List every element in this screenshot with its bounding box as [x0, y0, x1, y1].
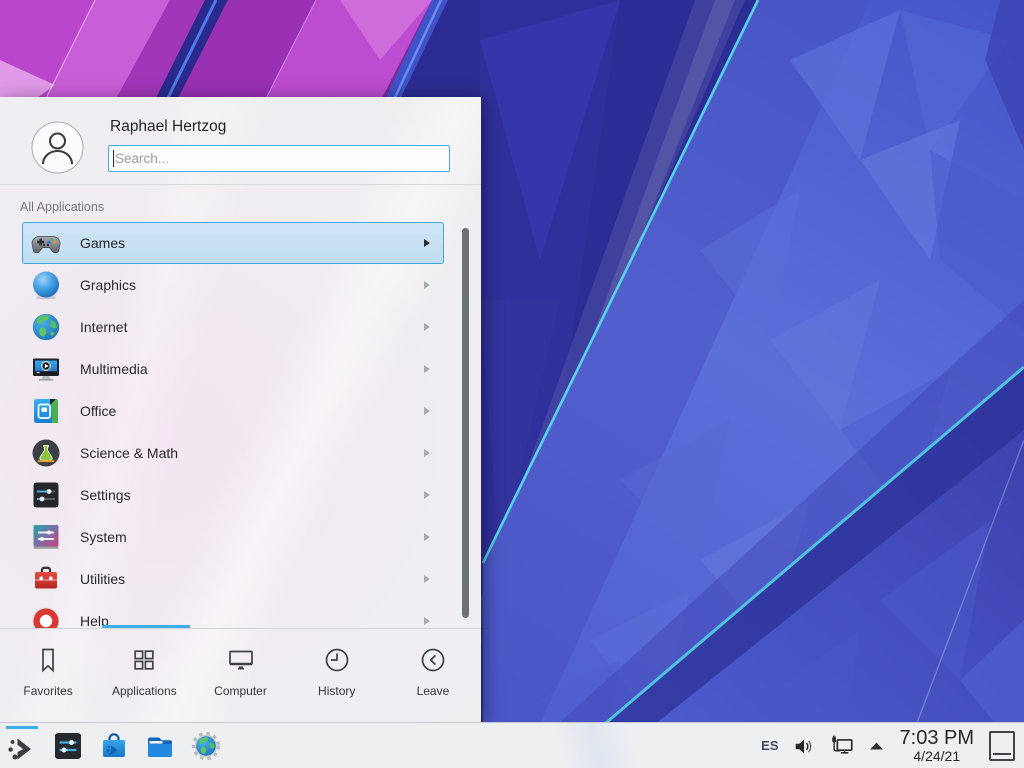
desktop: Raphael Hertzog All Applications: [0, 0, 1024, 768]
file-manager-button[interactable]: [144, 730, 176, 762]
scrollbar-thumb[interactable]: [462, 228, 469, 618]
science-math-icon: [30, 437, 62, 469]
tab-favorites[interactable]: Favorites: [0, 629, 96, 722]
application-launcher-button[interactable]: [6, 733, 38, 765]
help-icon: [30, 605, 62, 628]
submenu-arrow-icon: [424, 407, 430, 415]
discover-button[interactable]: [98, 730, 130, 762]
active-tab-indicator: [102, 625, 190, 628]
application-launcher-menu: Raphael Hertzog All Applications: [0, 97, 481, 722]
menu-item-label: Graphics: [80, 277, 136, 293]
submenu-arrow-icon: [424, 281, 430, 289]
taskbar-launchers: [0, 726, 222, 765]
menu-item-graphics[interactable]: Graphics: [22, 264, 444, 306]
leave-icon: [418, 645, 448, 675]
tab-label: History: [318, 684, 355, 698]
globe-gear-icon: [190, 730, 222, 762]
submenu-arrow-icon: [424, 575, 430, 583]
menu-item-utilities[interactable]: Utilities: [22, 558, 444, 600]
search-field-wrap: [108, 145, 450, 172]
menu-item-internet[interactable]: Internet: [22, 306, 444, 348]
menu-item-label: Settings: [80, 487, 131, 503]
network-icon[interactable]: [829, 733, 855, 759]
menu-item-label: Multimedia: [80, 361, 148, 377]
submenu-arrow-icon: [424, 449, 430, 457]
kickoff-icon: [6, 733, 38, 765]
submenu-arrow-icon: [424, 323, 430, 331]
menu-item-multimedia[interactable]: Multimedia: [22, 348, 444, 390]
web-browser-button[interactable]: [190, 730, 222, 762]
search-input[interactable]: [108, 145, 450, 172]
utilities-icon: [30, 563, 62, 595]
clock-time: 7:03 PM: [900, 728, 974, 749]
menu-item-games[interactable]: Games: [22, 222, 444, 264]
text-cursor: [113, 150, 114, 167]
favorites-icon: [33, 645, 63, 675]
multimedia-icon: [30, 353, 62, 385]
section-label: All Applications: [20, 200, 104, 214]
menu-item-label: Utilities: [80, 571, 125, 587]
applications-icon: [129, 645, 159, 675]
submenu-arrow-icon: [424, 239, 430, 247]
expand-caret-icon[interactable]: [868, 740, 885, 751]
keyboard-layout-indicator[interactable]: ES: [761, 738, 778, 753]
tab-label: Leave: [417, 684, 450, 698]
submenu-arrow-icon: [424, 533, 430, 541]
tab-computer[interactable]: Computer: [192, 629, 288, 722]
tab-label: Computer: [214, 684, 267, 698]
games-icon: [30, 227, 62, 259]
launcher-header: Raphael Hertzog: [0, 97, 481, 185]
menu-item-help[interactable]: Help: [22, 600, 444, 628]
tab-label: Applications: [112, 684, 177, 698]
menu-item-office[interactable]: Office: [22, 390, 444, 432]
submenu-arrow-icon: [424, 491, 430, 499]
submenu-arrow-icon: [424, 365, 430, 373]
tab-applications[interactable]: Applications: [96, 629, 192, 722]
submenu-arrow-icon: [424, 617, 430, 625]
computer-icon: [226, 645, 256, 675]
menu-item-label: Internet: [80, 319, 127, 335]
history-icon: [322, 645, 352, 675]
clock[interactable]: 7:03 PM 4/24/21: [900, 728, 974, 763]
menu-item-label: Science & Math: [80, 445, 178, 461]
menu-item-system[interactable]: System: [22, 516, 444, 558]
launcher-tab-bar: Favorites Applications Computer: [0, 628, 481, 722]
tab-history[interactable]: History: [289, 629, 385, 722]
taskbar: ES 7:03 PM 4/24/21: [0, 722, 1024, 768]
clock-date: 4/24/21: [900, 749, 974, 764]
system-icon: [30, 521, 62, 553]
volume-icon[interactable]: [792, 734, 816, 758]
menu-item-settings[interactable]: Settings: [22, 474, 444, 516]
show-desktop-button[interactable]: [989, 731, 1015, 761]
office-icon: [30, 395, 62, 427]
system-tray: ES 7:03 PM 4/24/21: [761, 728, 1024, 763]
graphics-icon: [30, 269, 62, 301]
menu-item-science-math[interactable]: Science & Math: [22, 432, 444, 474]
menu-item-label: Office: [80, 403, 116, 419]
folder-icon: [144, 730, 176, 762]
category-list: Games Graphics: [0, 215, 458, 628]
menu-item-label: Games: [80, 235, 125, 251]
settings-icon: [30, 479, 62, 511]
menu-item-label: System: [80, 529, 127, 545]
system-settings-button[interactable]: [52, 730, 84, 762]
discover-bag-icon: [98, 730, 130, 762]
tab-label: Favorites: [23, 684, 72, 698]
active-launcher-indicator: [6, 726, 38, 729]
tab-leave[interactable]: Leave: [385, 629, 481, 722]
user-name: Raphael Hertzog: [110, 118, 226, 136]
system-settings-icon: [52, 730, 84, 762]
internet-icon: [30, 311, 62, 343]
user-avatar[interactable]: [31, 121, 84, 174]
